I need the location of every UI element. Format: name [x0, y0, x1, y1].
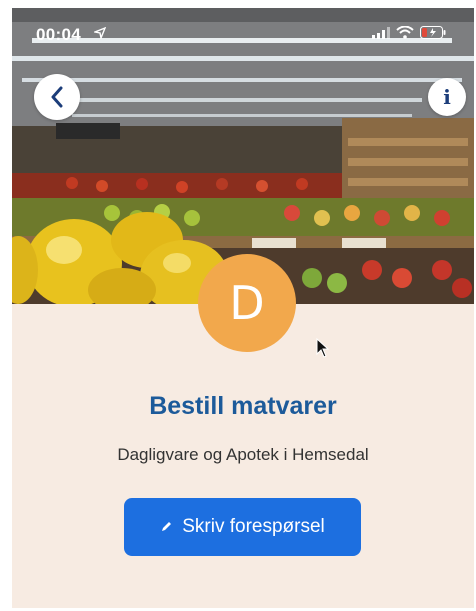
write-request-label: Skriv forespørsel	[182, 516, 325, 537]
chevron-left-icon	[51, 86, 63, 108]
app-screen: 00:04 i D Bestill matvarer Dagligvare og…	[12, 8, 474, 608]
pencil-icon	[162, 522, 172, 531]
write-request-button[interactable]: Skriv forespørsel	[124, 498, 361, 556]
avatar: D	[198, 254, 296, 352]
status-time: 00:04	[36, 25, 81, 44]
info-icon: i	[443, 85, 451, 109]
status-indicators	[372, 26, 446, 39]
back-button[interactable]	[34, 74, 80, 120]
mouse-cursor-icon	[316, 338, 330, 358]
wifi-icon	[396, 26, 414, 39]
page-subtitle: Dagligvare og Apotek i Hemsedal	[117, 445, 369, 464]
battery-low-icon	[420, 26, 446, 39]
location-arrow-icon	[94, 27, 106, 39]
avatar-letter: D	[229, 276, 265, 330]
cellular-signal-icon	[372, 26, 390, 39]
page-title: Bestill matvarer	[149, 392, 337, 420]
info-button[interactable]: i	[428, 78, 466, 116]
status-bar: 00:04	[12, 8, 474, 46]
